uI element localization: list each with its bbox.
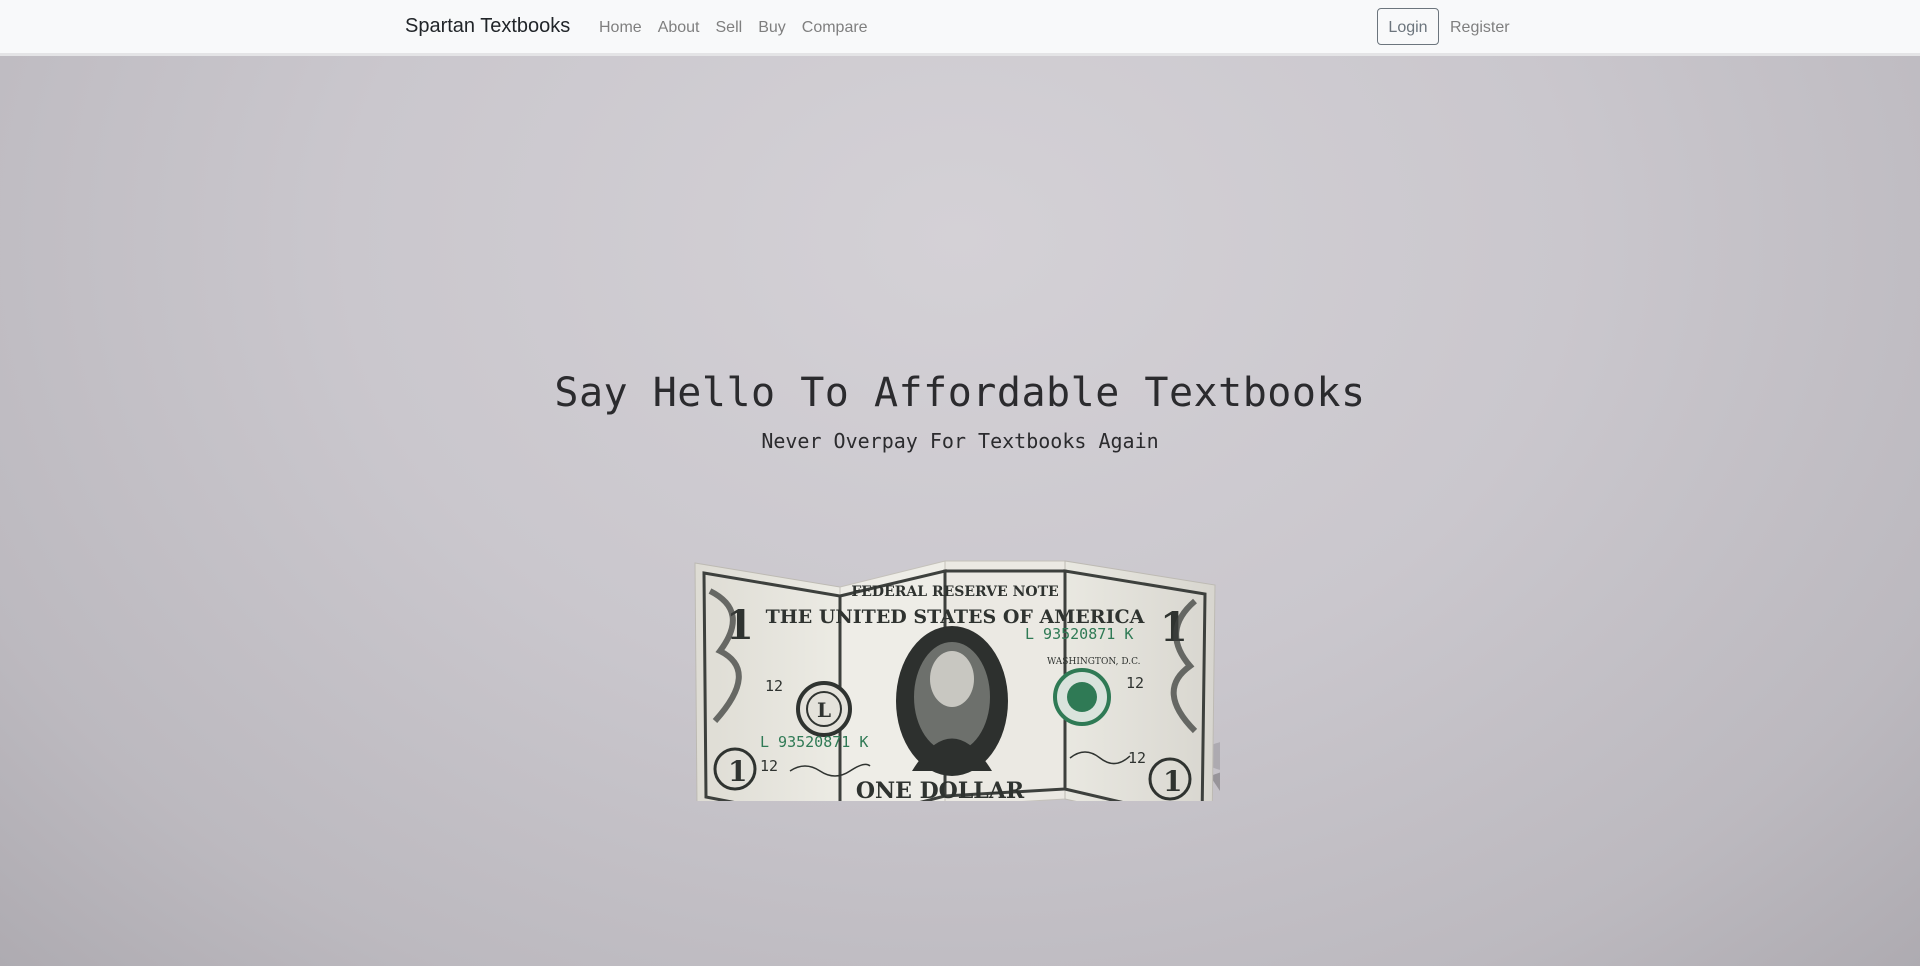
nav-link-about[interactable]: About <box>650 19 708 37</box>
nav-link-home[interactable]: Home <box>591 19 650 37</box>
bill-numeral-bl: 1 <box>728 755 747 788</box>
nav-link-sell[interactable]: Sell <box>708 19 751 37</box>
bill-numeral-br: 1 <box>1163 765 1182 798</box>
nav-links: Home About Sell Buy Compare <box>591 19 876 37</box>
navbar: Spartan Textbooks Home About Sell Buy Co… <box>0 0 1920 56</box>
bill-serial-top: L 93520871 K <box>1025 625 1133 643</box>
bill-district-left: 12 <box>765 677 783 695</box>
hero-subtitle: Never Overpay For Textbooks Again <box>761 429 1159 453</box>
nav-link-compare[interactable]: Compare <box>794 19 876 37</box>
hero-section: Say Hello To Affordable Textbooks Never … <box>0 56 1920 966</box>
brand-link[interactable]: Spartan Textbooks <box>405 15 570 38</box>
bill-header-text: FEDERAL RESERVE NOTE <box>851 584 1058 600</box>
hero-title: Say Hello To Affordable Textbooks <box>554 370 1366 416</box>
bill-district-bl: 12 <box>760 757 778 775</box>
bill-place-text: WASHINGTON, D.C. <box>1047 657 1141 667</box>
login-button[interactable]: Login <box>1377 8 1439 45</box>
bill-federal-letter: L <box>817 698 831 722</box>
bill-denomination-text: ONE DOLLAR <box>856 778 1025 801</box>
dollar-bill-image: FEDERAL RESERVE NOTE THE UNITED STATES O… <box>690 501 1380 835</box>
nav-link-buy[interactable]: Buy <box>750 19 794 37</box>
bill-district-br: 12 <box>1128 749 1146 767</box>
bill-district-right: 12 <box>1126 674 1144 692</box>
register-link[interactable]: Register <box>1450 19 1510 37</box>
dollar-bill-graphic: FEDERAL RESERVE NOTE THE UNITED STATES O… <box>694 560 1380 835</box>
bill-serial-bottom: L 93520871 K <box>760 733 868 751</box>
